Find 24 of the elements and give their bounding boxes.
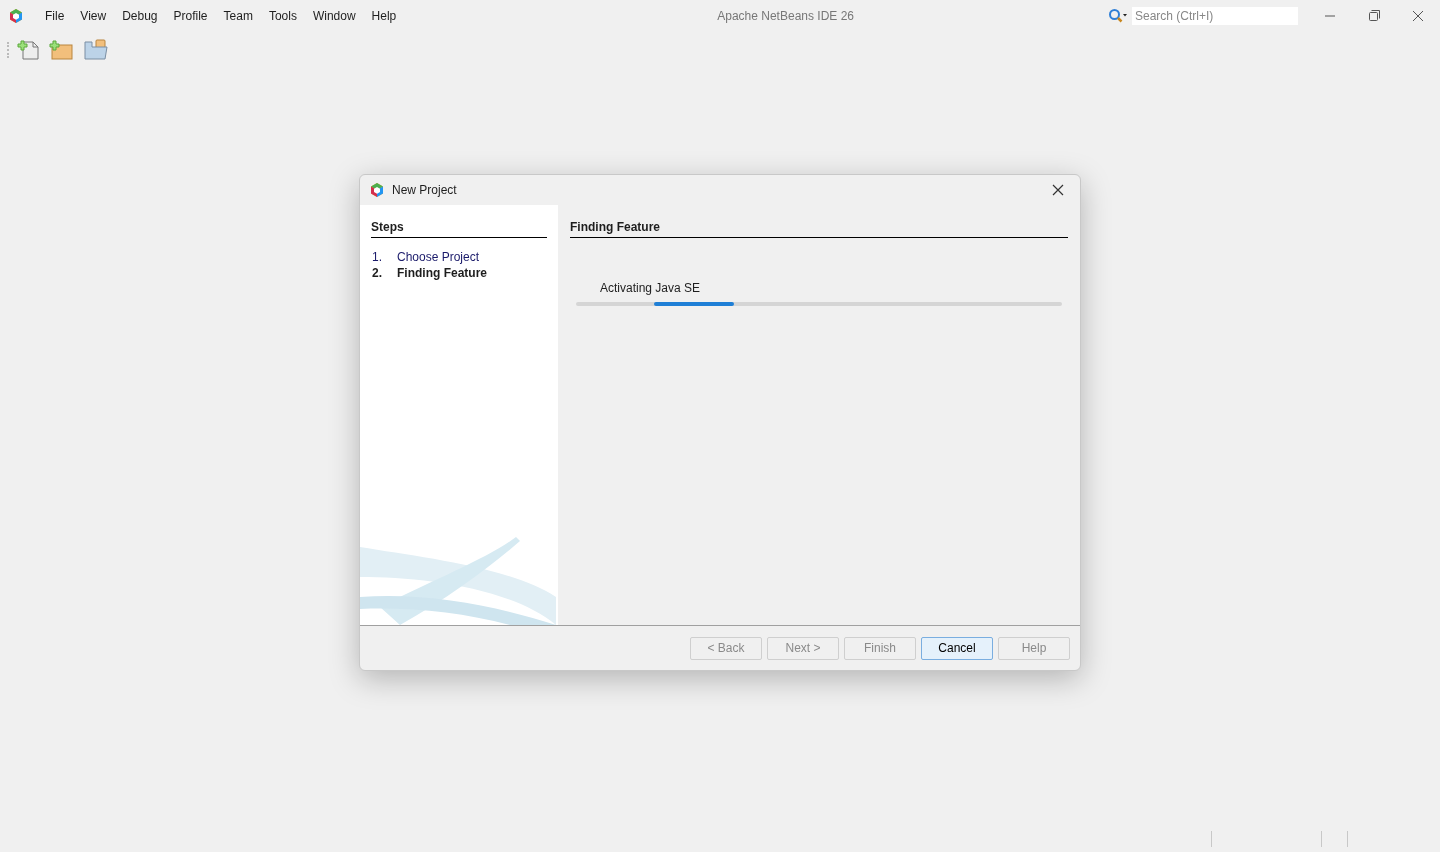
app-logo-icon: [8, 8, 24, 24]
search-field[interactable]: Search (Ctrl+I): [1132, 7, 1298, 25]
step-item: 2. Finding Feature: [372, 265, 488, 281]
menu-item[interactable]: Debug: [115, 5, 165, 27]
menu-item[interactable]: Team: [216, 5, 260, 27]
step-item: 1. Choose Project: [372, 249, 481, 265]
panel-heading: Finding Feature: [570, 220, 660, 234]
steps-heading: Steps: [371, 220, 404, 234]
open-folder-icon[interactable]: [83, 39, 109, 61]
menu-item[interactable]: Help: [364, 5, 404, 27]
progress-label: Activating Java SE: [600, 280, 702, 297]
new-file-icon[interactable]: [17, 39, 41, 61]
menu-item[interactable]: Profile: [166, 5, 215, 27]
menu-item[interactable]: View: [73, 5, 114, 27]
search-icon[interactable]: [1108, 8, 1128, 24]
new-project-icon[interactable]: [49, 39, 75, 61]
dialog-button[interactable]: Cancel: [921, 636, 993, 660]
dialog-logo-icon: [369, 182, 385, 198]
menu-item[interactable]: Tools: [261, 5, 304, 27]
close-icon[interactable]: [1051, 183, 1065, 197]
window-title: Apache NetBeans IDE 26: [717, 8, 854, 25]
dialog-title: New Project: [392, 182, 457, 199]
menu-item[interactable]: File: [38, 5, 72, 27]
menu-item[interactable]: Window: [305, 5, 363, 27]
